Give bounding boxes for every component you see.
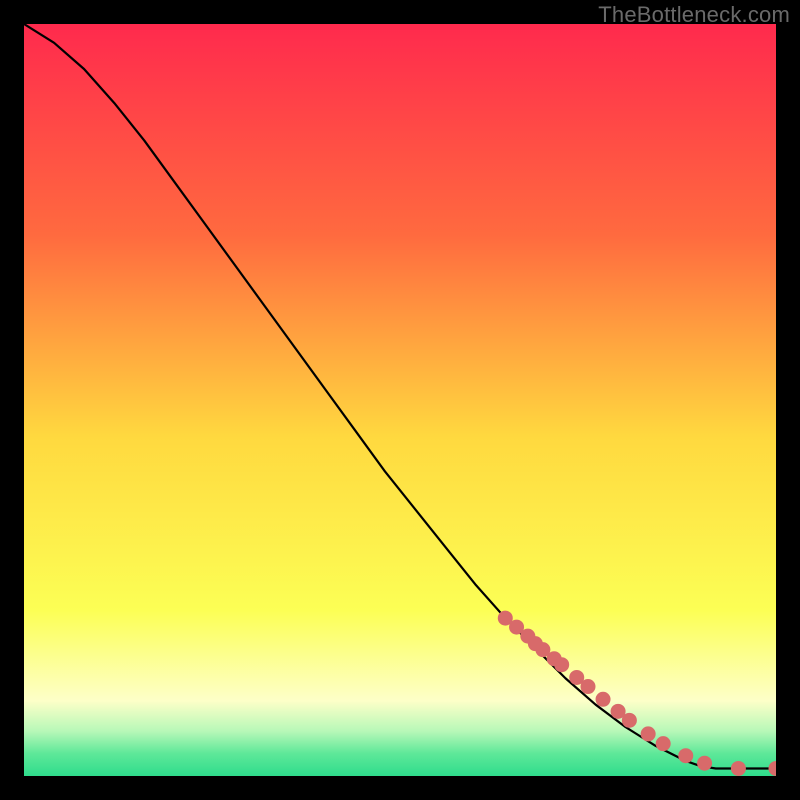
data-marker <box>678 748 693 763</box>
data-marker <box>641 726 656 741</box>
gradient-background <box>24 24 776 776</box>
data-marker <box>656 736 671 751</box>
data-marker <box>554 657 569 672</box>
data-marker <box>622 713 637 728</box>
plot-area <box>24 24 776 776</box>
data-marker <box>731 761 746 776</box>
data-marker <box>697 756 712 771</box>
chart-svg <box>24 24 776 776</box>
chart-frame: TheBottleneck.com <box>0 0 800 800</box>
data-marker <box>581 679 596 694</box>
data-marker <box>596 692 611 707</box>
